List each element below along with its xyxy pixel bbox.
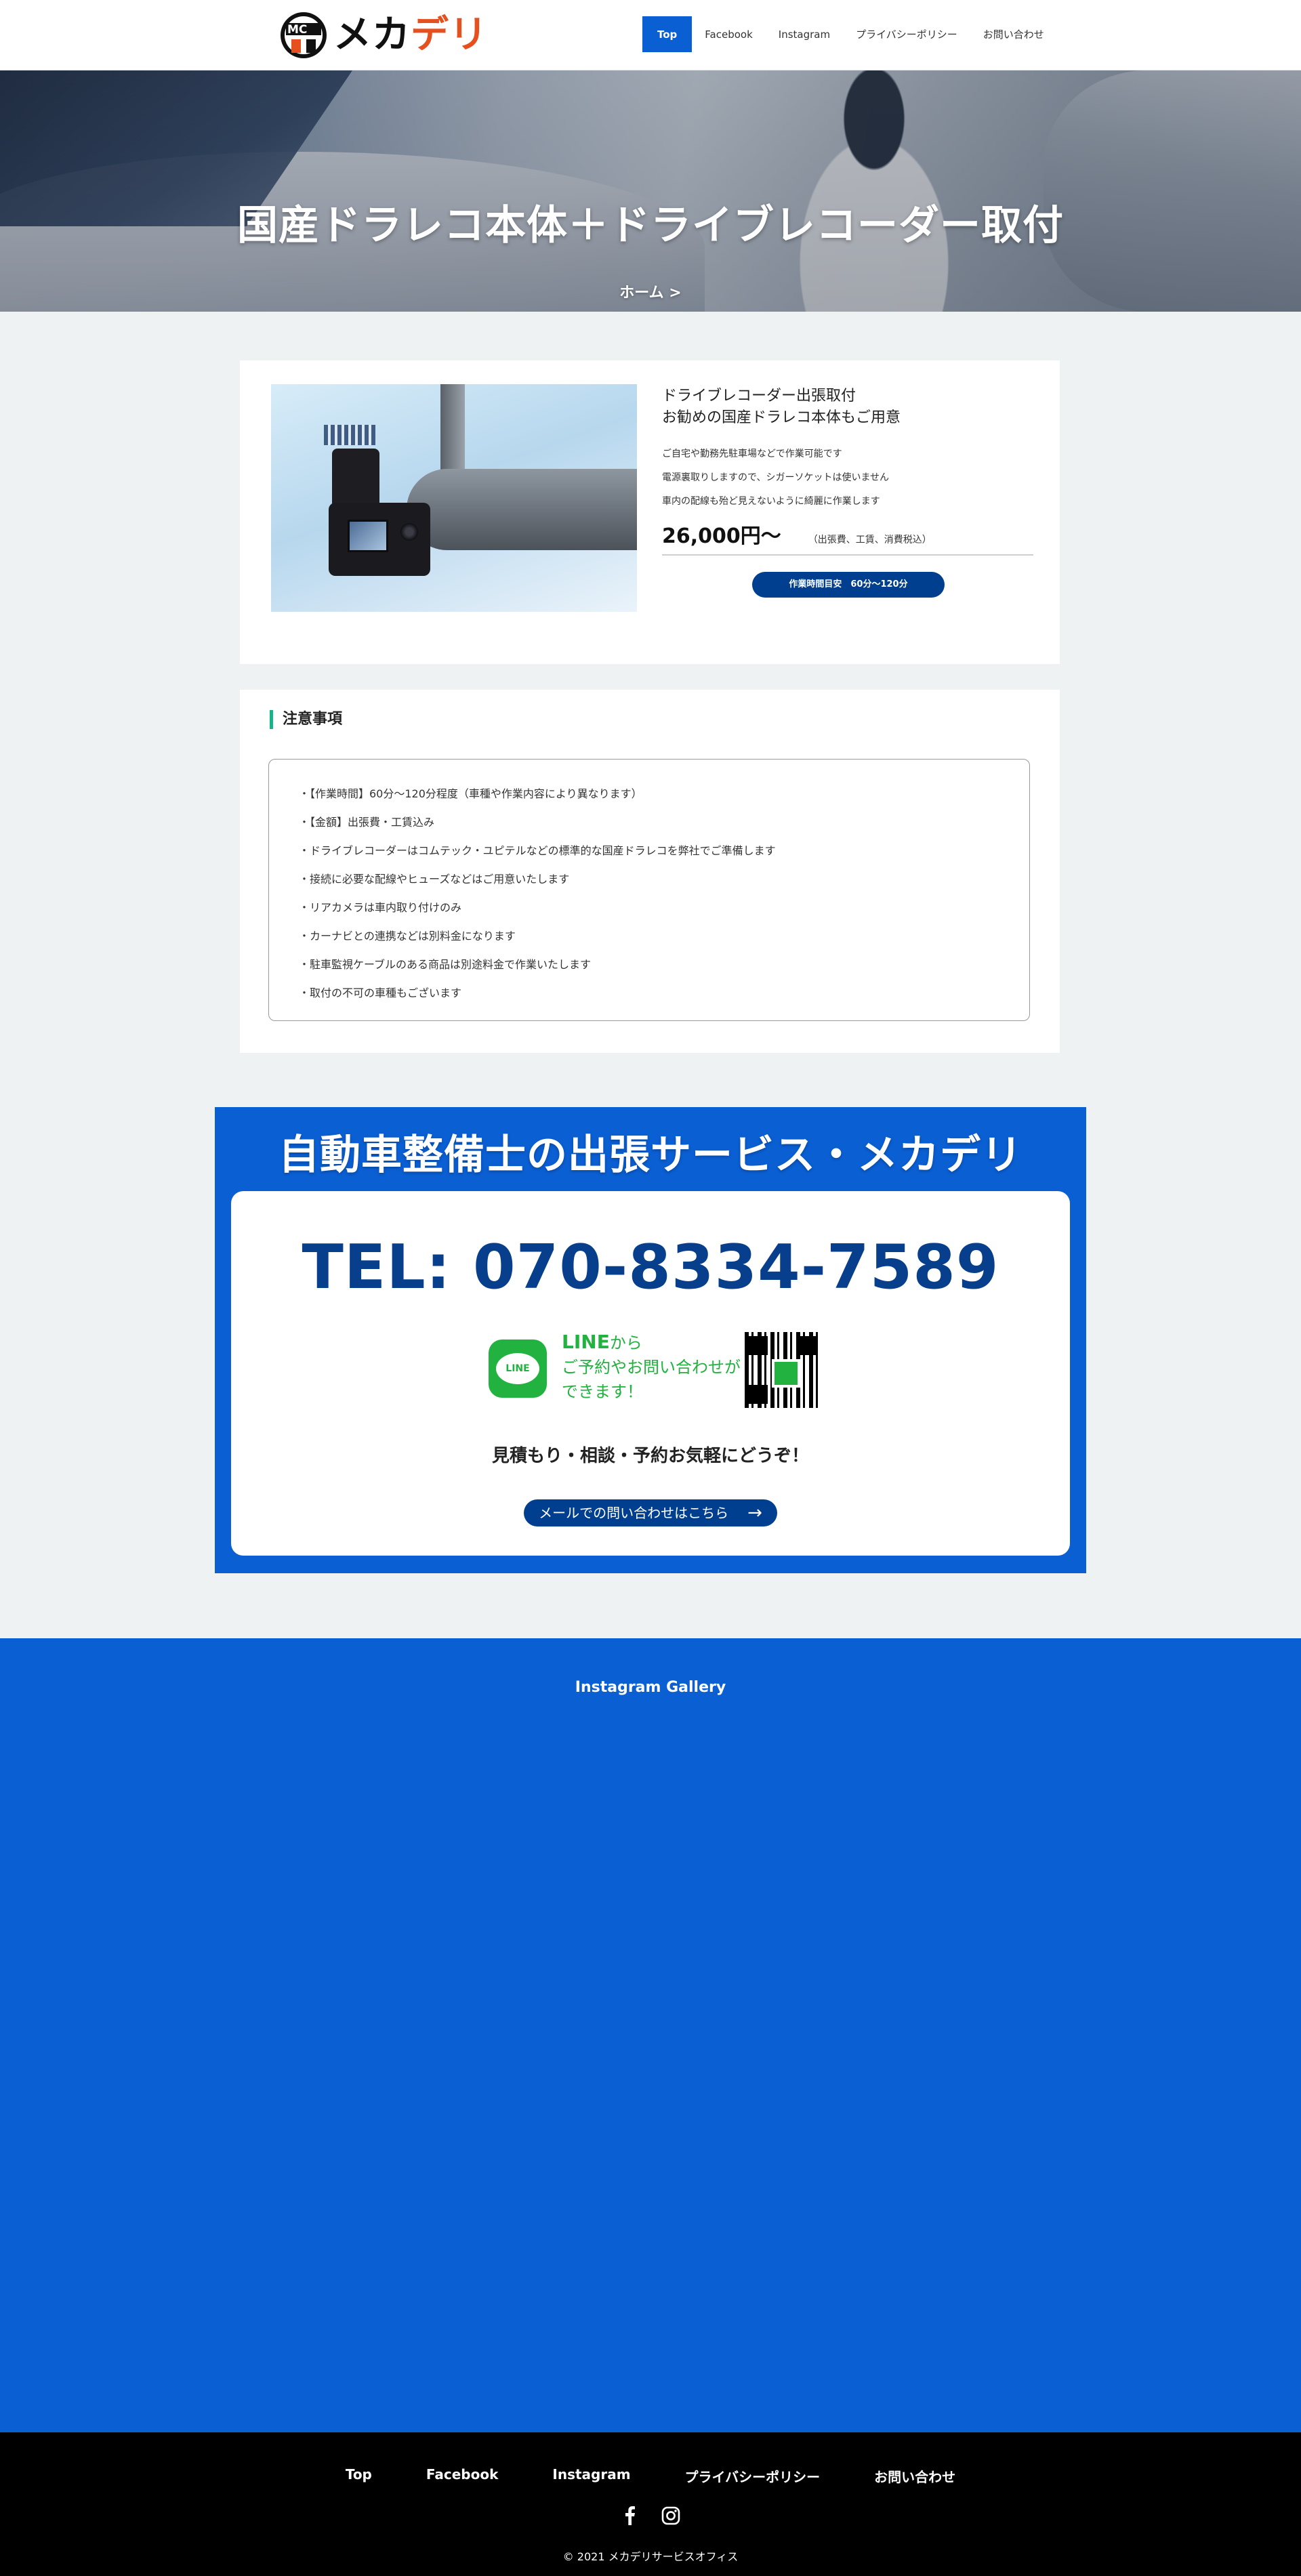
notes-list: ・【作業時間】60分〜120分程度（車種や作業内容により異なります） ・【金額】… (269, 760, 1029, 1007)
line-icon[interactable]: LINE (489, 1339, 547, 1398)
footer-nav-contact[interactable]: お問い合わせ (874, 2466, 955, 2486)
notes-box: ・【作業時間】60分〜120分程度（車種や作業内容により異なります） ・【金額】… (268, 759, 1030, 1021)
work-time-badge[interactable]: 作業時間目安 60分〜120分 (752, 572, 945, 598)
notes-item: ・【作業時間】60分〜120分程度（車種や作業内容により異なります） (299, 787, 642, 800)
product-card: ドライブレコーダー出張取付 お勧めの国産ドラレコ本体もご用意 ご自宅や勤務先駐車… (240, 360, 1060, 664)
footer-nav-top[interactable]: Top (346, 2466, 372, 2486)
nav-privacy-policy[interactable]: プライバシーポリシー (843, 16, 970, 52)
windshield-sticker (324, 425, 375, 445)
product-desc-line: ご自宅や勤務先駐車場などで作業可能です (662, 449, 842, 459)
mirror-arm (440, 384, 465, 476)
instagram-gallery: Instagram Gallery (0, 1638, 1301, 2432)
notes-item: ・リアカメラは車内取り付けのみ (299, 901, 462, 914)
notes-item: ・カーナビとの連携などは別料金になります (299, 930, 516, 942)
mail-contact-button[interactable]: メールでの問い合わせはこちら → (524, 1499, 777, 1526)
logo-text-main: メカ (333, 13, 411, 57)
dashcam-device (329, 503, 430, 576)
price-row: 26,000円〜 （出張費、工賃、消費税込） (662, 519, 1033, 556)
dashcam-screen (348, 520, 388, 552)
footer-nav: Top Facebook Instagram プライバシーポリシー お問い合わせ (0, 2466, 1301, 2486)
logo-text: メカデリ (333, 16, 488, 54)
site-footer: Top Facebook Instagram プライバシーポリシー お問い合わせ… (0, 2432, 1301, 2576)
product-heading-line2: お勧めの国産ドラレコ本体もご用意 (662, 409, 901, 426)
notes-title: 注意事項 (270, 710, 342, 729)
contact-title: 自動車整備士の出張サービス・メカデリ (278, 1131, 1023, 1179)
line-bubble: LINE (496, 1353, 539, 1384)
product-image (271, 384, 637, 612)
contact-panel: TEL: 070-8334-7589 LINE LINEから ご予約やお問い合わ… (231, 1191, 1070, 1556)
product-desc-line: 車内の配線も殆ど見えないように綺麗に作業します (662, 496, 880, 507)
notes-item: ・【金額】出張費・工賃込み (299, 816, 435, 829)
copyright: © 2021 メカデリサービスオフィス (562, 2550, 739, 2563)
mail-contact-label: メールでの問い合わせはこちら (539, 1505, 729, 1521)
rearview-mirror (407, 469, 637, 550)
notes-item: ・ドライブレコーダーはコムテック・ユピテルなどの標準的な国産ドラレコを弊社でご準… (299, 844, 776, 857)
product-info: ドライブレコーダー出張取付 お勧めの国産ドラレコ本体もご用意 ご自宅や勤務先駐車… (662, 386, 1035, 598)
logo-text-accent: デリ (411, 13, 488, 57)
line-contact: LINE LINEから ご予約やお問い合わせが できます！ (489, 1330, 827, 1411)
line-text-line2: ご予約やお問い合わせが (562, 1358, 741, 1377)
line-text-line3: できます！ (562, 1382, 643, 1401)
product-heading: ドライブレコーダー出張取付 お勧めの国産ドラレコ本体もご用意 (662, 386, 1035, 429)
nav-contact[interactable]: お問い合わせ (970, 16, 1057, 52)
footer-nav-facebook[interactable]: Facebook (426, 2466, 499, 2486)
footer-nav-instagram[interactable]: Instagram (552, 2466, 630, 2486)
price: 26,000円〜 (662, 524, 781, 548)
breadcrumb[interactable]: ホーム > (0, 281, 1301, 302)
nav-top[interactable]: Top (642, 16, 693, 52)
price-note: （出張費、工賃、消費税込） (808, 535, 932, 545)
gallery-title: Instagram Gallery (575, 1679, 726, 1696)
product-heading-line1: ドライブレコーダー出張取付 (662, 388, 856, 404)
site-header: MC メカデリ Top Facebook Instagram プライバシーポリシ… (0, 0, 1301, 70)
nav-instagram[interactable]: Instagram (766, 16, 843, 52)
hero-overlay (0, 70, 1301, 312)
footer-nav-privacy-policy[interactable]: プライバシーポリシー (685, 2466, 821, 2486)
hero-banner: 国産ドラレコ本体＋ドライブレコーダー取付 ホーム > (0, 70, 1301, 312)
line-text-from: から (609, 1333, 642, 1352)
contact-section: 自動車整備士の出張サービス・メカデリ TEL: 070-8334-7589 LI… (215, 1107, 1086, 1573)
svg-text:MC: MC (287, 23, 307, 37)
notes-item: ・接続に必要な配線やヒューズなどはご用意いたします (299, 873, 570, 886)
notes-item: ・取付の不可の車種もございます (299, 986, 462, 999)
page-title: 国産ドラレコ本体＋ドライブレコーダー取付 (237, 202, 1064, 249)
line-qr-code[interactable] (745, 1332, 821, 1408)
line-text-strong: LINE (562, 1331, 610, 1353)
facebook-icon[interactable] (620, 2506, 640, 2526)
dashcam-mount (332, 449, 379, 510)
instagram-icon[interactable] (661, 2506, 681, 2526)
social-links (0, 2506, 1301, 2526)
arrow-right-icon: → (747, 1503, 762, 1523)
notes-card: 注意事項 ・【作業時間】60分〜120分程度（車種や作業内容により異なります） … (240, 690, 1060, 1053)
phone-number[interactable]: TEL: 070-8334-7589 (231, 1232, 1070, 1303)
notes-item: ・駐車監視ケーブルのある商品は別途料金で作業いたします (299, 958, 592, 971)
nav-facebook[interactable]: Facebook (692, 16, 765, 52)
site-logo[interactable]: MC メカデリ (278, 9, 488, 61)
line-text: LINEから ご予約やお問い合わせが できます！ (562, 1330, 745, 1404)
product-desc-line: 電源裏取りしますので、シガーソケットは使いません (662, 472, 890, 483)
product-description: ご自宅や勤務先駐車場などで作業可能です 電源裏取りしますので、シガーソケットは使… (662, 442, 1035, 514)
main-nav: Top Facebook Instagram プライバシーポリシー お問い合わせ (642, 16, 1057, 52)
logo-mark-icon: MC (278, 9, 331, 61)
dashcam-lens (400, 523, 418, 541)
consult-text: 見積もり・相談・予約お気軽にどうぞ！ (491, 1446, 809, 1466)
